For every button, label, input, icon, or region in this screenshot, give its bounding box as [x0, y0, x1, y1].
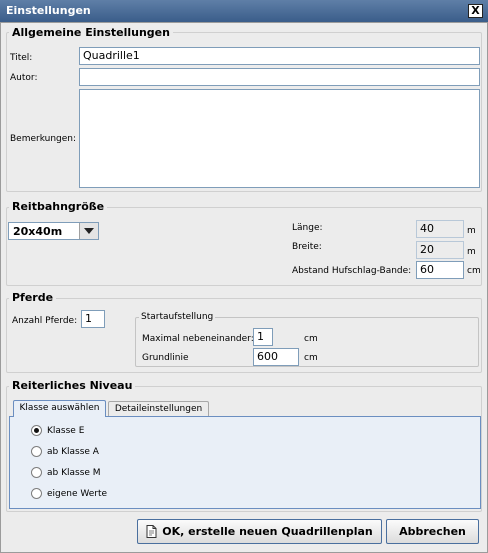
length-field: 40 [416, 220, 464, 238]
tab-select-class[interactable]: Klasse auswählen [13, 400, 106, 417]
ok-create-plan-button[interactable]: OK, erstelle neuen Quadrillenplan [137, 519, 382, 544]
arena-size-heading: Reitbahngröße [9, 200, 108, 213]
riding-level-heading: Reiterliches Niveau [9, 379, 136, 392]
distance-label: Abstand Hufschlag-Bande: [292, 266, 412, 276]
arena-size-dropdown[interactable]: 20x40m [8, 222, 99, 240]
distance-input[interactable]: 60 [416, 261, 464, 279]
ok-button-label: OK, erstelle neuen Quadrillenplan [162, 525, 373, 538]
max-side-by-side-unit: cm [304, 334, 318, 344]
chevron-down-icon[interactable] [79, 223, 98, 239]
horses-heading: Pferde [9, 291, 57, 304]
radio-klasse-e[interactable] [31, 425, 42, 436]
max-side-by-side-input[interactable]: 1 [253, 328, 273, 346]
max-side-by-side-label: Maximal nebeneinander: [142, 334, 254, 344]
tab-detail-settings[interactable]: Detaileinstellungen [108, 401, 209, 417]
radio-klasse-a-label: ab Klasse A [47, 447, 99, 457]
horse-count-label: Anzahl Pferde: [12, 316, 78, 326]
baseline-input[interactable]: 600 [253, 348, 299, 366]
close-icon[interactable]: X [468, 4, 483, 18]
remarks-label: Bemerkungen: [10, 134, 77, 144]
horse-count-input[interactable]: 1 [81, 310, 105, 328]
author-input[interactable] [79, 68, 480, 86]
radio-klasse-m-label: ab Klasse M [47, 468, 101, 478]
general-settings-heading: Allgemeine Einstellungen [9, 26, 173, 39]
radio-klasse-a[interactable] [31, 446, 42, 457]
baseline-unit: cm [304, 353, 318, 363]
start-lineup-heading: Startaufstellung [139, 312, 216, 322]
cancel-button[interactable]: Abbrechen [386, 519, 479, 544]
title-input[interactable]: Quadrille1 [79, 47, 480, 65]
radio-eigene-werte-label: eigene Werte [47, 489, 108, 499]
baseline-label: Grundlinie [142, 353, 189, 363]
author-label: Autor: [10, 73, 38, 83]
length-label: Länge: [292, 223, 323, 233]
document-icon [146, 523, 157, 538]
title-bar: Einstellungen X [0, 0, 488, 23]
radio-klasse-m[interactable] [31, 467, 42, 478]
dialog-body: Allgemeine Einstellungen Titel: Quadrill… [0, 22, 488, 553]
radio-klasse-e-label: Klasse E [47, 426, 85, 436]
width-unit: m [467, 247, 476, 257]
window-title: Einstellungen [6, 4, 91, 17]
remarks-textarea[interactable] [79, 89, 480, 188]
arena-size-value: 20x40m [13, 225, 63, 238]
title-label: Titel: [10, 53, 33, 63]
radio-eigene-werte[interactable] [31, 488, 42, 499]
distance-unit: cm [467, 266, 481, 276]
width-label: Breite: [292, 242, 322, 252]
length-unit: m [467, 226, 476, 236]
width-field: 20 [416, 241, 464, 259]
